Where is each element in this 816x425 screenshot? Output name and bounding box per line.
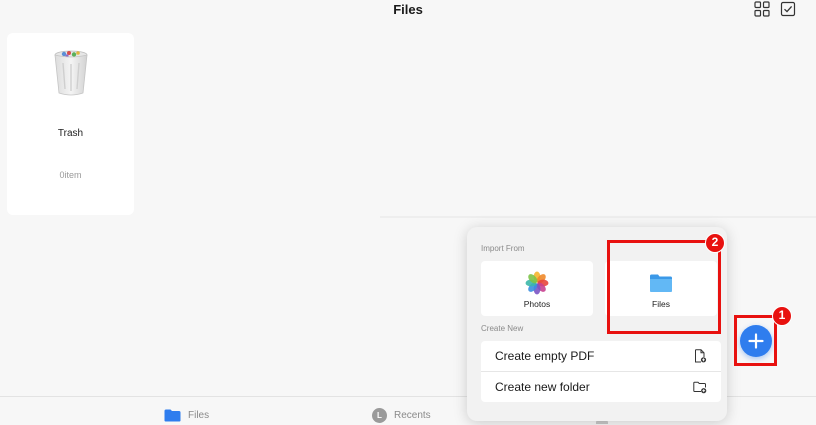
- content-divider: [380, 216, 816, 218]
- select-button[interactable]: [780, 1, 796, 17]
- create-empty-pdf-label: Create empty PDF: [495, 349, 595, 363]
- annotation-highlight-add-button: [734, 315, 777, 366]
- tab-label: Recents: [394, 409, 431, 421]
- import-from-label: Import From: [481, 244, 525, 253]
- trash-folder-card[interactable]: Trash 0item: [7, 33, 134, 215]
- step-badge-2: 2: [705, 233, 725, 253]
- photos-icon: [525, 271, 549, 295]
- grid-view-button[interactable]: [754, 1, 770, 17]
- annotation-highlight-files-option: [607, 240, 721, 334]
- create-new-label: Create New: [481, 324, 524, 333]
- folder-icon: [164, 409, 181, 421]
- import-photos-button[interactable]: Photos: [481, 261, 593, 316]
- folder-item-count: 0item: [59, 170, 82, 180]
- create-new-list: Create empty PDF Create new folder: [481, 341, 721, 402]
- step-badge-1: 1: [772, 306, 792, 326]
- new-folder-icon: [693, 380, 707, 394]
- create-empty-pdf-button[interactable]: Create empty PDF: [481, 341, 721, 371]
- import-photos-label: Photos: [523, 299, 551, 309]
- tab-label: Files: [188, 409, 210, 421]
- select-checkbox-icon: [780, 1, 796, 17]
- tab-files[interactable]: Files: [164, 407, 209, 423]
- create-new-folder-button[interactable]: Create new folder: [481, 371, 721, 402]
- recents-icon: L: [372, 407, 387, 423]
- page-title: Files: [393, 2, 423, 17]
- grid-view-icon: [754, 1, 770, 17]
- folder-name: Trash: [57, 128, 84, 139]
- tab-recents[interactable]: L Recents: [372, 407, 431, 423]
- create-new-folder-label: Create new folder: [495, 380, 590, 394]
- new-pdf-icon: [693, 349, 707, 363]
- trash-bin-icon: [52, 49, 90, 97]
